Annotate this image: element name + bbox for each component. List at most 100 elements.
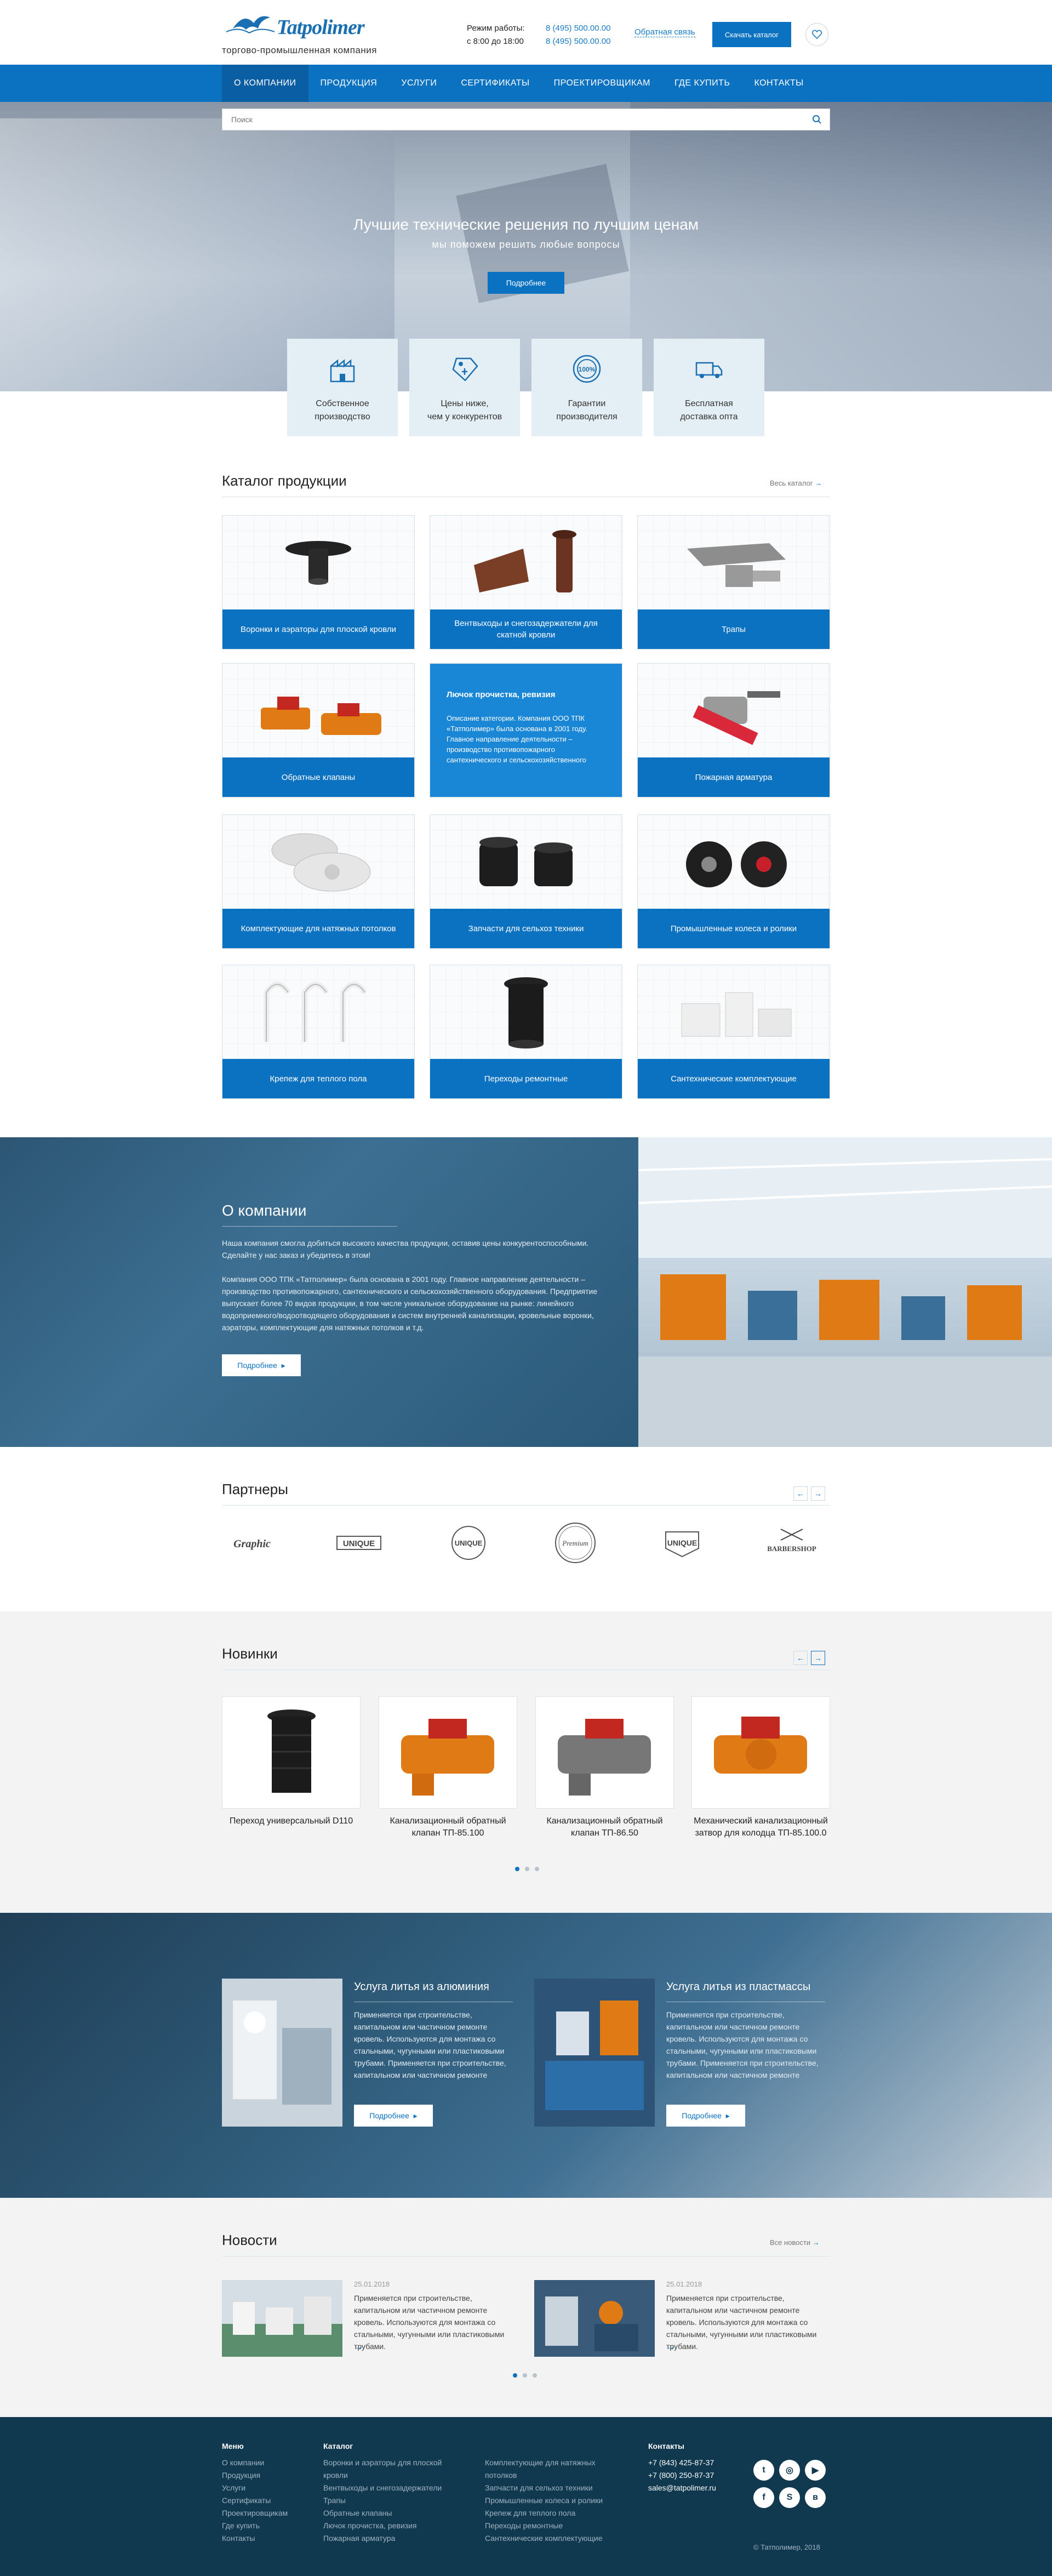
search-input[interactable] (222, 109, 798, 130)
catalog-card[interactable]: Запчасти для сельхоз техники (430, 814, 622, 949)
news-photo[interactable] (534, 2280, 655, 2357)
logo-bird-icon[interactable] (222, 10, 277, 38)
footer-link[interactable]: Лючок прочистка, ревизия (323, 2520, 442, 2532)
guarantee-badge-icon: 100% (573, 355, 601, 383)
partners-section: Партнеры ← → Graphic UNIQUE UNIQUE Premi… (0, 1447, 1052, 1611)
product-image (430, 965, 622, 1059)
footer-link[interactable]: Переходы ремонтные (485, 2520, 603, 2532)
footer-link[interactable]: Услуги (222, 2482, 288, 2494)
carousel-dot[interactable] (523, 2373, 527, 2378)
footer-link[interactable]: Продукция (222, 2469, 288, 2482)
partner-logo[interactable]: UNIQUE (329, 1524, 389, 1562)
footer-phone[interactable]: +7 (800) 250-87-37 (648, 2469, 716, 2482)
instagram-icon[interactable]: ◎ (779, 2460, 800, 2481)
carousel-dot[interactable] (515, 1867, 519, 1871)
hero-more-button[interactable]: Подробнее (488, 272, 564, 294)
catalog-card[interactable]: Комплектующие для натяжных потолков (222, 814, 415, 949)
catalog-card[interactable]: Вентвыходы и снегозадержатели для скатно… (430, 515, 622, 649)
nav-item-certificates[interactable]: СЕРТИФИКАТЫ (449, 65, 541, 102)
partner-logo[interactable]: BARBERSHOP (762, 1524, 822, 1562)
product-image (222, 516, 414, 610)
footer-email[interactable]: sales@tatpolimer.ru (648, 2482, 716, 2494)
footer-link[interactable]: Промышленные колеса и ролики (485, 2494, 603, 2507)
footer-link[interactable]: Обратные клапаны (323, 2507, 442, 2520)
carousel-dot[interactable] (513, 2373, 517, 2378)
footer-link[interactable]: Контакты (222, 2532, 288, 2545)
catalog-card[interactable]: Сантехнические комплектующие (637, 965, 830, 1099)
callback-link[interactable]: Обратная связь (634, 27, 695, 37)
all-catalog-link[interactable]: Весь каталог → (770, 479, 822, 487)
news-text[interactable]: Применяется при строительстве, капитальн… (666, 2292, 825, 2352)
catalog-card[interactable]: Пожарная арматура (637, 663, 830, 797)
feature-label: Гарантии (568, 399, 606, 408)
logo-wordmark[interactable]: Tatpolimer (277, 15, 365, 39)
phone-link[interactable]: 8 (495) 500.00.00 (546, 22, 610, 35)
footer-phone[interactable]: +7 (843) 425-87-37 (648, 2457, 716, 2469)
youtube-icon[interactable]: ▶ (805, 2460, 826, 2481)
footer-link[interactable]: потолков (485, 2469, 603, 2482)
arrow-left-icon[interactable]: ← (793, 1651, 808, 1665)
footer-link[interactable]: Трапы (323, 2494, 442, 2507)
arrow-left-icon[interactable]: ← (793, 1486, 808, 1501)
footer-link[interactable]: Проектировщикам (222, 2507, 288, 2520)
carousel-dot[interactable] (535, 1867, 539, 1871)
twitter-icon[interactable]: t (753, 2460, 774, 2481)
product-card[interactable] (379, 1696, 517, 1809)
footer-link[interactable]: Комплектующие для натяжных (485, 2457, 603, 2469)
partner-logo[interactable]: Graphic (222, 1524, 282, 1562)
footer-link[interactable]: кровли (323, 2469, 442, 2482)
skype-icon[interactable]: S (779, 2487, 800, 2508)
carousel-dots (513, 2373, 537, 2378)
product-card[interactable] (691, 1696, 830, 1809)
arrow-right-icon[interactable]: → (811, 1651, 825, 1665)
carousel-dot[interactable] (525, 1867, 529, 1871)
footer-link[interactable]: Запчасти для сельхоз техники (485, 2482, 603, 2494)
partner-logo[interactable]: UNIQUE (438, 1524, 499, 1562)
catalog-card[interactable]: Воронки и аэраторы для плоской кровли (222, 515, 415, 649)
search-icon[interactable] (812, 115, 822, 124)
footer-link[interactable]: О компании (222, 2457, 288, 2469)
new-products-section: Новинки ← → Переход универсальный D110 К… (0, 1611, 1052, 1913)
footer-link[interactable]: Пожарная арматура (323, 2532, 442, 2545)
nav-item-designers[interactable]: ПРОЕКТИРОВЩИКАМ (542, 65, 662, 102)
catalog-card[interactable]: Промышленные колеса и ролики (637, 814, 830, 949)
arrow-right-icon[interactable]: → (811, 1486, 825, 1501)
nav-item-about[interactable]: О КОМПАНИИ (222, 65, 308, 102)
heart-cart-icon[interactable] (805, 23, 828, 46)
footer-link[interactable]: Воронки и аэраторы для плоской (323, 2457, 442, 2469)
news-text[interactable]: Применяется при строительстве, капитальн… (354, 2292, 513, 2352)
carousel-dot[interactable] (533, 2373, 537, 2378)
catalog-card[interactable]: Переходы ремонтные (430, 965, 622, 1099)
service-more-button[interactable]: Подробнее ▸ (354, 2105, 433, 2127)
facebook-icon[interactable]: f (753, 2487, 774, 2508)
phone-link[interactable]: 8 (495) 500.00.00 (546, 35, 610, 48)
catalog-title: Каталог продукции (222, 472, 347, 489)
about-more-button[interactable]: Подробнее ▸ (222, 1354, 301, 1376)
download-catalog-button[interactable]: Скачать каталог (712, 22, 791, 47)
product-image (638, 516, 830, 610)
footer-link[interactable]: Где купить (222, 2520, 288, 2532)
nav-item-services[interactable]: УСЛУГИ (389, 65, 449, 102)
nav-item-products[interactable]: ПРОДУКЦИЯ (308, 65, 390, 102)
vk-icon[interactable]: в (805, 2487, 826, 2508)
all-news-link[interactable]: Все новости → (770, 2238, 820, 2247)
nav-item-where-to-buy[interactable]: ГДЕ КУПИТЬ (662, 65, 742, 102)
nav-item-contacts[interactable]: КОНТАКТЫ (742, 65, 815, 102)
arrow-right-icon[interactable]: → (666, 2343, 675, 2352)
product-card[interactable] (222, 1696, 361, 1809)
news-photo[interactable] (222, 2280, 342, 2357)
catalog-card[interactable]: Обратные клапаны (222, 663, 415, 797)
product-card[interactable] (535, 1696, 674, 1809)
catalog-card-highlighted[interactable]: Лючок прочистка, ревизия Описание катего… (430, 663, 622, 797)
catalog-card[interactable]: Крепеж для теплого пола (222, 965, 415, 1099)
footer-link[interactable]: Вентвыходы и снегозадержатели (323, 2482, 442, 2494)
partner-logo[interactable]: UNIQUE (652, 1524, 712, 1562)
catalog-card[interactable]: Трапы (637, 515, 830, 649)
play-arrow-icon: ▸ (413, 2111, 418, 2120)
arrow-right-icon[interactable]: → (354, 2343, 363, 2352)
footer-link[interactable]: Крепеж для теплого пола (485, 2507, 603, 2520)
footer-link[interactable]: Сантехнические комплектующие (485, 2532, 603, 2545)
partner-logo[interactable]: Premium (545, 1523, 605, 1563)
footer-link[interactable]: Сертификаты (222, 2494, 288, 2507)
service-more-button[interactable]: Подробнее ▸ (666, 2105, 745, 2127)
